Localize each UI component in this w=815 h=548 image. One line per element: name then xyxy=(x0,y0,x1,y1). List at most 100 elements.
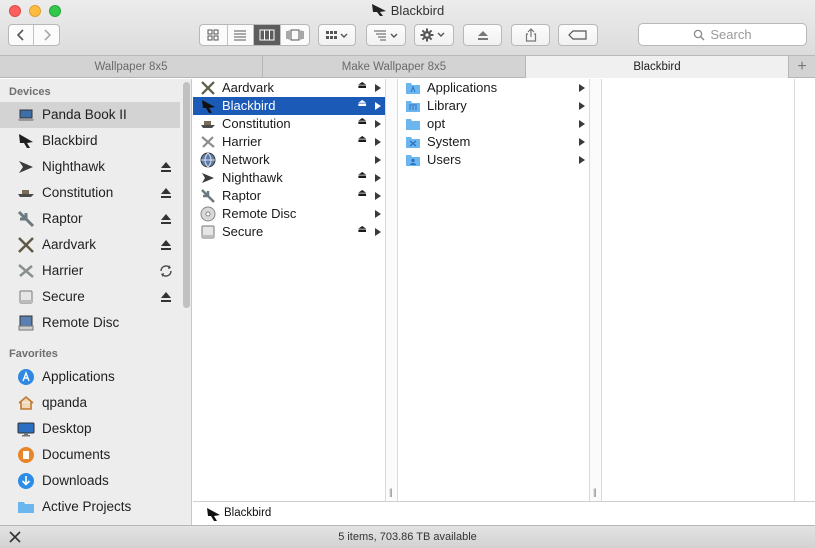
remote-disc-icon xyxy=(200,206,216,222)
sidebar-item-secure[interactable]: Secure xyxy=(0,284,180,310)
jet-icon xyxy=(18,237,34,253)
browser-column-volumes: Aardvark ⏏ Blackbird ⏏ Constitution ⏏ Ha… xyxy=(193,79,386,501)
window-toolbar: Blackbird Search xyxy=(0,0,815,56)
jet-icon xyxy=(202,100,215,113)
column-resize-handle[interactable]: || xyxy=(590,79,602,501)
list-view-icon xyxy=(234,30,247,41)
desktop-icon xyxy=(17,422,35,437)
row-label: Users xyxy=(427,152,461,167)
sidebar-item-qpanda[interactable]: qpanda xyxy=(0,390,180,416)
eject-icon[interactable]: ⏏ xyxy=(358,224,367,235)
disclosure-arrow-icon xyxy=(579,102,585,110)
path-bar-item[interactable]: Blackbird xyxy=(224,507,271,519)
column-row-constitution[interactable]: Constitution ⏏ xyxy=(193,115,385,133)
sidebar-item-active-projects[interactable]: Active Projects xyxy=(0,494,180,520)
search-placeholder: Search xyxy=(710,27,752,42)
coverflow-view-button[interactable] xyxy=(281,25,309,45)
sidebar-item-label: qpanda xyxy=(42,395,88,410)
icon-view-button[interactable] xyxy=(200,25,228,45)
sidebar-item-remote-disc[interactable]: Remote Disc xyxy=(0,310,180,336)
share-icon xyxy=(525,28,536,42)
arrange-button[interactable] xyxy=(318,24,356,46)
search-field[interactable]: Search xyxy=(638,23,807,46)
sidebar-item-label: Downloads xyxy=(42,473,109,488)
eject-icon[interactable]: ⏏ xyxy=(358,98,367,109)
eject-icon[interactable]: ⏏ xyxy=(358,80,367,91)
eject-icon[interactable] xyxy=(158,289,174,305)
eject-icon xyxy=(477,31,488,40)
eject-icon[interactable] xyxy=(158,211,174,227)
sidebar: Devices Panda Book II Blackbird Nighthaw… xyxy=(0,79,192,525)
sidebar-item-desktop[interactable]: Desktop xyxy=(0,416,180,442)
jet-icon xyxy=(201,136,215,148)
sidebar-item-downloads[interactable]: Downloads xyxy=(0,468,180,494)
column-row-library[interactable]: Library xyxy=(398,97,589,115)
tab-wallpaper[interactable]: Wallpaper 8x5 xyxy=(0,56,263,78)
sidebar-item-raptor[interactable]: Raptor xyxy=(0,206,180,232)
column-resize-handle[interactable]: || xyxy=(386,79,398,501)
sidebar-item-blackbird[interactable]: Blackbird xyxy=(0,128,180,154)
disclosure-arrow-icon xyxy=(375,120,381,128)
eject-icon[interactable] xyxy=(158,237,174,253)
row-label: Network xyxy=(222,152,270,167)
sidebar-item-label: Documents xyxy=(42,447,111,462)
new-tab-button[interactable]: + xyxy=(789,56,815,78)
sidebar-item-label: Remote Disc xyxy=(42,315,120,330)
eject-button[interactable] xyxy=(463,24,502,46)
eject-icon[interactable]: ⏏ xyxy=(358,116,367,127)
column-row-remote-disc[interactable]: Remote Disc xyxy=(193,205,385,223)
sidebar-heading-devices: Devices xyxy=(9,86,51,98)
sidebar-item-documents[interactable]: Documents xyxy=(0,442,180,468)
column-row-system[interactable]: System xyxy=(398,133,589,151)
share-button[interactable] xyxy=(511,24,550,46)
tab-make-wallpaper[interactable]: Make Wallpaper 8x5 xyxy=(263,56,526,78)
eject-icon[interactable]: ⏏ xyxy=(358,170,367,181)
status-bar: 5 items, 703.86 TB available xyxy=(0,525,815,548)
ship-icon xyxy=(18,190,34,197)
sidebar-item-label: Raptor xyxy=(42,211,83,226)
sync-icon[interactable] xyxy=(158,263,174,279)
row-label: Library xyxy=(427,98,467,113)
column-row-network[interactable]: Network xyxy=(193,151,385,169)
applications-icon xyxy=(18,369,34,385)
sidebar-item-constitution[interactable]: Constitution xyxy=(0,180,180,206)
column-row-nighthawk[interactable]: Nighthawk ⏏ xyxy=(193,169,385,187)
column-row-opt[interactable]: opt xyxy=(398,115,589,133)
chevron-right-icon xyxy=(43,29,51,41)
column-view-button[interactable] xyxy=(254,25,281,45)
sidebar-item-nighthawk[interactable]: Nighthawk xyxy=(0,154,180,180)
jet-icon xyxy=(201,189,215,203)
sort-button[interactable] xyxy=(366,24,406,46)
tab-blackbird[interactable]: Blackbird xyxy=(526,56,789,78)
jet-icon xyxy=(19,134,33,148)
column-row-applications[interactable]: Applications xyxy=(398,79,589,97)
tag-icon xyxy=(568,30,587,40)
tag-button[interactable] xyxy=(558,24,598,46)
column-row-blackbird[interactable]: Blackbird ⏏ xyxy=(193,97,385,115)
tab-bar: Wallpaper 8x5 Make Wallpaper 8x5 Blackbi… xyxy=(0,56,815,78)
column-row-harrier[interactable]: Harrier ⏏ xyxy=(193,133,385,151)
sidebar-item-label: Blackbird xyxy=(42,133,98,148)
eject-icon[interactable]: ⏏ xyxy=(358,134,367,145)
list-view-button[interactable] xyxy=(228,25,255,45)
column-row-aardvark[interactable]: Aardvark ⏏ xyxy=(193,79,385,97)
column-row-raptor[interactable]: Raptor ⏏ xyxy=(193,187,385,205)
back-button[interactable] xyxy=(9,25,35,45)
disclosure-arrow-icon xyxy=(579,84,585,92)
sidebar-item-harrier[interactable]: Harrier xyxy=(0,258,180,284)
column-row-secure[interactable]: Secure ⏏ xyxy=(193,223,385,241)
eject-icon[interactable]: ⏏ xyxy=(358,188,367,199)
plus-icon: + xyxy=(797,58,807,75)
grid-arrange-icon xyxy=(326,31,348,39)
status-text: 5 items, 703.86 TB available xyxy=(338,531,477,543)
forward-button[interactable] xyxy=(34,25,59,45)
tab-label: Blackbird xyxy=(633,61,681,73)
sidebar-item-applications[interactable]: Applications xyxy=(0,364,180,390)
sidebar-item-aardvark[interactable]: Aardvark xyxy=(0,232,180,258)
eject-icon[interactable] xyxy=(158,185,174,201)
column-row-users[interactable]: Users xyxy=(398,151,589,169)
sidebar-scrollbar[interactable] xyxy=(183,82,190,308)
action-button[interactable] xyxy=(414,24,454,46)
eject-icon[interactable] xyxy=(158,159,174,175)
sidebar-item-panda-book[interactable]: Panda Book II xyxy=(0,102,180,128)
